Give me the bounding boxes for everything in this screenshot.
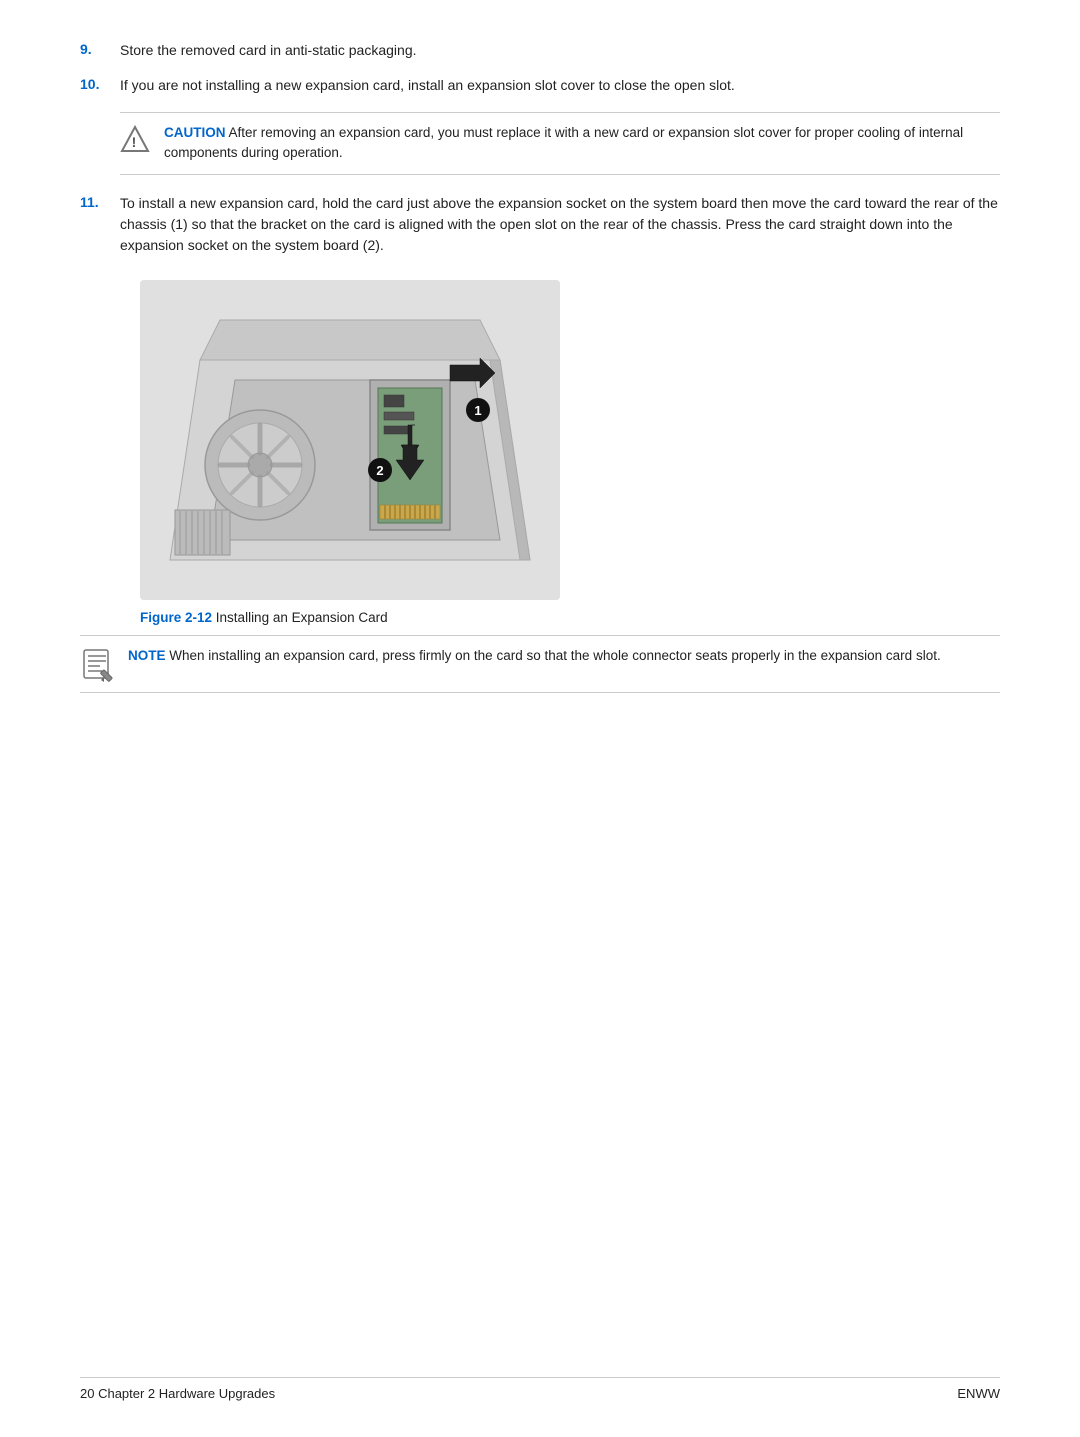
figure-caption: Figure 2-12 Installing an Expansion Card	[140, 610, 388, 625]
caution-body: After removing an expansion card, you mu…	[164, 125, 963, 160]
figure-caption-text: Installing an Expansion Card	[216, 610, 388, 625]
figure-caption-label: Figure 2-12	[140, 610, 212, 625]
svg-text:2: 2	[376, 463, 383, 478]
note-icon	[80, 648, 114, 682]
step-10: 10. If you are not installing a new expa…	[80, 75, 1000, 96]
step-10-text: If you are not installing a new expansio…	[120, 75, 1000, 96]
step-10-number: 10.	[80, 75, 120, 92]
page-footer: 20 Chapter 2 Hardware Upgrades ENWW	[80, 1377, 1000, 1401]
note-label: NOTE	[128, 648, 166, 663]
caution-box: ! CAUTION After removing an expansion ca…	[120, 112, 1000, 175]
svg-text:!: !	[132, 134, 137, 150]
step-11-text: To install a new expansion card, hold th…	[120, 193, 1000, 256]
step-list-11: 11. To install a new expansion card, hol…	[80, 193, 1000, 256]
step-9-number: 9.	[80, 40, 120, 57]
svg-text:1: 1	[474, 403, 481, 418]
note-text: NOTE When installing an expansion card, …	[128, 646, 941, 666]
step-11: 11. To install a new expansion card, hol…	[80, 193, 1000, 256]
step-9-text: Store the removed card in anti-static pa…	[120, 40, 1000, 61]
note-box: NOTE When installing an expansion card, …	[80, 635, 1000, 693]
step-11-number: 11.	[80, 193, 120, 210]
figure-image: 1 2	[140, 280, 560, 600]
footer-right: ENWW	[957, 1386, 1000, 1401]
caution-label: CAUTION	[164, 125, 226, 140]
footer-left: 20 Chapter 2 Hardware Upgrades	[80, 1386, 275, 1401]
page: 9. Store the removed card in anti-static…	[0, 0, 1080, 1437]
note-body: When installing an expansion card, press…	[169, 648, 940, 663]
caution-text: CAUTION After removing an expansion card…	[164, 123, 1000, 164]
figure-container: 1 2	[80, 280, 1000, 625]
step-9: 9. Store the removed card in anti-static…	[80, 40, 1000, 61]
caution-icon: !	[120, 125, 150, 156]
step-list: 9. Store the removed card in anti-static…	[80, 40, 1000, 96]
